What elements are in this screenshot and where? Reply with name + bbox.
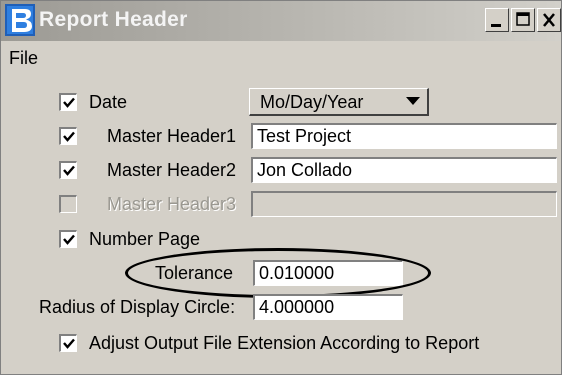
- number-page-label: Number Page: [89, 229, 201, 249]
- checkmark-icon: [63, 338, 75, 349]
- dropdown-arrow-icon: [406, 97, 420, 105]
- master-header1-checkbox[interactable]: [59, 127, 77, 145]
- master-header2-field[interactable]: Jon Collado: [251, 157, 557, 183]
- number-page-checkbox[interactable]: [59, 230, 77, 248]
- master-header3-checkbox[interactable]: [59, 195, 77, 213]
- master-header1-field[interactable]: Test Project: [251, 123, 557, 149]
- checkmark-icon: [63, 165, 75, 176]
- adjust-extension-checkbox[interactable]: [59, 334, 77, 352]
- checkmark-icon: [63, 97, 75, 108]
- bentley-b-icon: [5, 4, 35, 36]
- maximize-icon: [516, 12, 530, 26]
- menu-bar: File: [1, 41, 561, 75]
- date-checkbox[interactable]: [59, 93, 77, 111]
- date-format-dropdown[interactable]: Mo/Day/Year: [249, 88, 429, 116]
- master-header3-field[interactable]: [251, 191, 557, 217]
- report-header-window: Report Header File Date Mo/Day/Year Mast…: [0, 0, 562, 375]
- minimize-icon: [491, 24, 501, 27]
- master-header2-checkbox[interactable]: [59, 161, 77, 179]
- radius-field[interactable]: 4.000000: [253, 294, 403, 320]
- title-bar[interactable]: Report Header: [1, 1, 561, 41]
- master-header3-label: Master Header3: [107, 194, 237, 214]
- minimize-button[interactable]: [485, 8, 509, 32]
- radius-label: Radius of Display Circle:: [39, 297, 236, 317]
- master-header1-label: Master Header1: [107, 126, 237, 146]
- master-header2-label: Master Header2: [107, 160, 237, 180]
- menu-file[interactable]: File: [9, 48, 38, 69]
- maximize-button[interactable]: [511, 8, 535, 32]
- checkmark-icon: [63, 234, 75, 245]
- date-format-value: Mo/Day/Year: [260, 92, 364, 112]
- close-icon: [543, 13, 555, 27]
- tolerance-label: Tolerance: [155, 263, 234, 283]
- checkmark-icon: [63, 131, 75, 142]
- window-title: Report Header: [39, 8, 188, 31]
- adjust-extension-label: Adjust Output File Extension According t…: [89, 333, 480, 353]
- tolerance-field[interactable]: 0.010000: [253, 260, 403, 286]
- close-button[interactable]: [537, 8, 561, 32]
- date-label: Date: [89, 92, 128, 112]
